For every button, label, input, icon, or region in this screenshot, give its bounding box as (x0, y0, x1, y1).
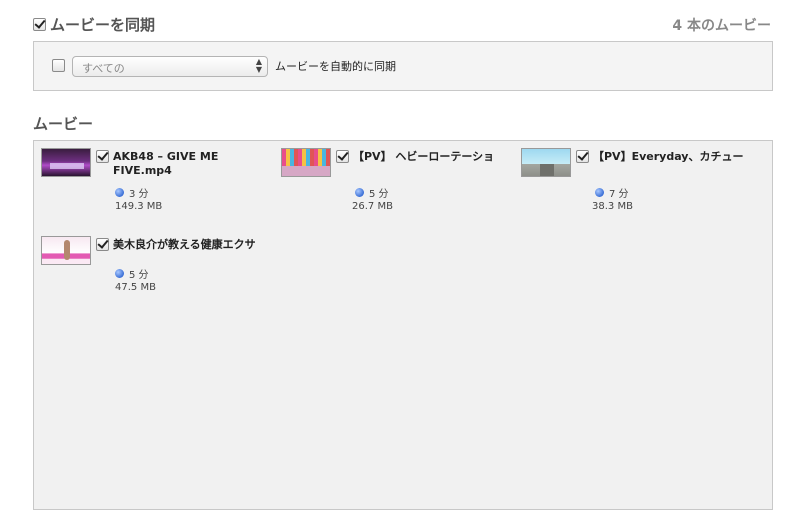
movie-item[interactable]: 美木良介が教える健康エクサ 5 分 47.5 MB (41, 236, 281, 306)
movie-title: 美木良介が教える健康エクサ (113, 238, 256, 251)
movie-duration: 5 分 (115, 266, 149, 281)
movie-item[interactable]: 【PV】Everyday、カチュー 7 分 38.3 MB (521, 148, 761, 218)
auto-sync-label: ムービーを自動的に同期 (275, 60, 396, 73)
select-arrows-icon: ▲ ▼ (255, 57, 262, 74)
auto-sync-checkbox[interactable] (52, 59, 65, 72)
road-thumbnail-icon (521, 148, 571, 177)
movie-checkbox[interactable] (336, 150, 349, 163)
movie-duration: 5 分 (355, 185, 389, 200)
duration-text: 5 分 (129, 270, 149, 281)
sync-movies-checkbox[interactable] (33, 18, 46, 31)
dance-thumbnail-icon (281, 148, 331, 177)
movie-size: 26.7 MB (352, 201, 393, 212)
movie-duration: 3 分 (115, 185, 149, 200)
sync-movies-header: ムービーを同期 (33, 14, 155, 35)
duration-dot-icon (115, 188, 124, 197)
duration-dot-icon (595, 188, 604, 197)
movies-list: AKB48 – GIVE ME FIVE.mp4 3 分 149.3 MB 【P… (33, 140, 773, 510)
exercise-thumbnail-icon (41, 236, 91, 265)
movie-title: 【PV】 ヘビーローテーショ (353, 150, 495, 163)
movie-checkbox[interactable] (96, 238, 109, 251)
movie-size: 47.5 MB (115, 282, 156, 293)
movie-size: 38.3 MB (592, 201, 633, 212)
duration-dot-icon (115, 269, 124, 278)
movie-title: AKB48 – GIVE ME FIVE.mp4 (113, 150, 219, 177)
movie-item[interactable]: AKB48 – GIVE ME FIVE.mp4 3 分 149.3 MB (41, 148, 271, 218)
movie-checkbox[interactable] (96, 150, 109, 163)
movie-title: 【PV】Everyday、カチュー (593, 150, 744, 163)
movies-section-title: ムービー (33, 115, 94, 133)
auto-sync-select-value: すべての (82, 62, 125, 75)
duration-dot-icon (355, 188, 364, 197)
concert-thumbnail-icon (41, 148, 91, 177)
duration-text: 5 分 (369, 189, 389, 200)
movie-item[interactable]: 【PV】 ヘビーローテーショ 5 分 26.7 MB (281, 148, 511, 218)
duration-text: 7 分 (609, 189, 629, 200)
movie-checkbox[interactable] (576, 150, 589, 163)
movie-count-label: 4 本のムービー (672, 18, 771, 34)
movie-duration: 7 分 (595, 185, 629, 200)
auto-sync-select[interactable]: すべての ▲ ▼ (72, 56, 268, 77)
duration-text: 3 分 (129, 189, 149, 200)
sync-movies-title: ムービーを同期 (50, 16, 156, 34)
movie-size: 149.3 MB (115, 201, 163, 212)
sync-options-panel: すべての ▲ ▼ ムービーを自動的に同期 (33, 41, 773, 91)
